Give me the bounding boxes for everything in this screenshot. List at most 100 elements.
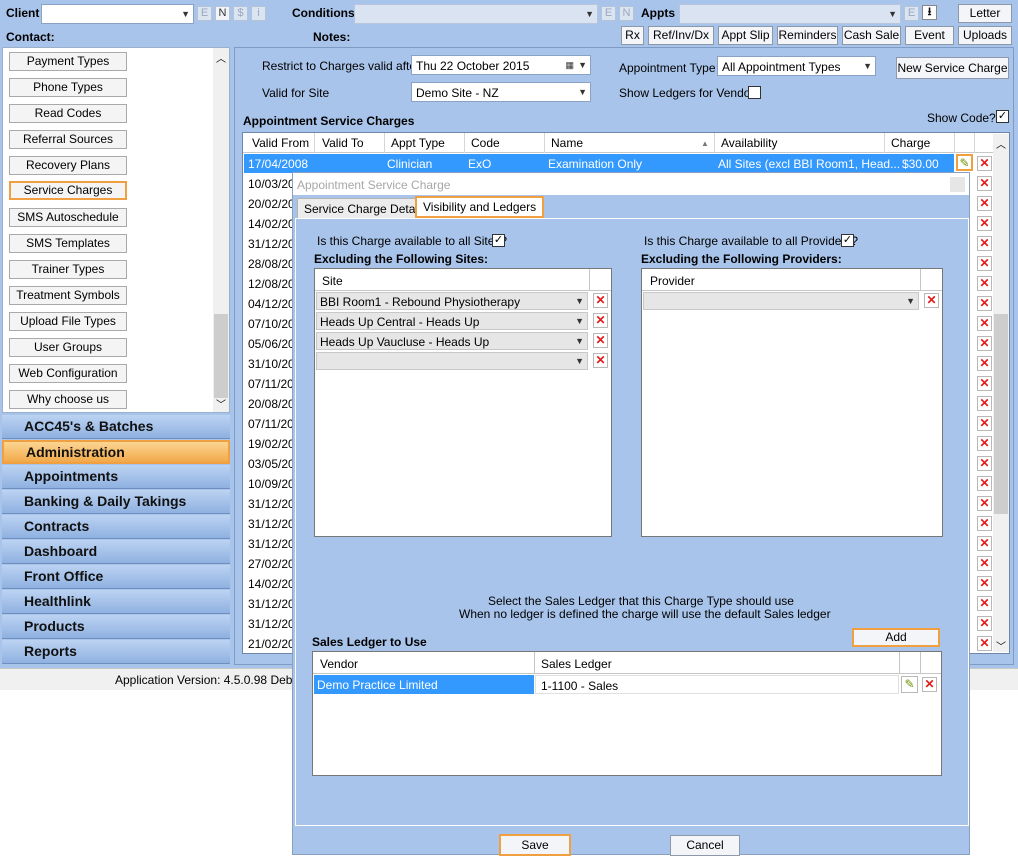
delete-x-icon[interactable]: ✕ [977, 476, 992, 491]
col-valid-to[interactable]: Valid To [322, 136, 364, 150]
site-row[interactable]: Heads Up Vaucluse - Heads Up ▼ [316, 332, 588, 350]
edit-ledger-pencil-icon[interactable]: ✎ [901, 676, 918, 693]
appt-slip-button[interactable]: Appt Slip [718, 26, 773, 45]
table-row[interactable]: 31/12/20 [248, 617, 295, 631]
delete-x-icon[interactable]: ✕ [977, 496, 992, 511]
remove-site-x-icon[interactable]: ✕ [593, 353, 608, 368]
admin-item-read-codes[interactable]: Read Codes [9, 104, 127, 123]
cancel-button[interactable]: Cancel [670, 835, 740, 856]
save-button[interactable]: Save [499, 834, 571, 856]
show-code-checkbox[interactable]: ✓ [996, 110, 1009, 123]
admin-item-service-charges[interactable]: Service Charges [9, 181, 127, 200]
delete-x-icon[interactable]: ✕ [977, 636, 992, 651]
conditions-combo[interactable]: ▼ [354, 4, 598, 24]
chevron-up-icon[interactable]: ︿ [996, 136, 1006, 151]
all-providers-checkbox[interactable]: ✓ [841, 234, 854, 247]
scrollbar-thumb[interactable] [214, 314, 228, 398]
delete-x-icon[interactable]: ✕ [977, 216, 992, 231]
admin-item-trainer-types[interactable]: Trainer Types [9, 260, 127, 279]
ledger-row-vendor[interactable]: Demo Practice Limited [314, 675, 534, 694]
col-availability[interactable]: Availability [721, 136, 777, 150]
table-row[interactable]: 10/09/20 [248, 477, 295, 491]
new-service-charge-button[interactable]: New Service Charge [896, 57, 1009, 79]
table-row[interactable]: 07/10/20 [248, 317, 295, 331]
table-row[interactable]: 19/02/20 [248, 437, 295, 451]
nav-administration[interactable]: Administration [2, 440, 230, 464]
tab-service-charge-details[interactable]: Service Charge Details [297, 198, 434, 220]
admin-item-referral-sources[interactable]: Referral Sources [9, 130, 127, 149]
delete-x-icon[interactable]: ✕ [977, 396, 992, 411]
table-row[interactable]: 31/12/20 [248, 517, 295, 531]
calendar-icon[interactable]: ▦ [565, 58, 574, 72]
delete-x-icon[interactable]: ✕ [977, 296, 992, 311]
delete-x-icon[interactable]: ✕ [977, 196, 992, 211]
site-row[interactable]: Heads Up Central - Heads Up ▼ [316, 312, 588, 330]
delete-x-icon[interactable]: ✕ [977, 236, 992, 251]
col-appt-type[interactable]: Appt Type [391, 136, 445, 150]
ref-inv-dx-button[interactable]: Ref/Inv/Dx [648, 26, 714, 45]
delete-x-icon[interactable]: ✕ [977, 336, 992, 351]
remove-site-x-icon[interactable]: ✕ [593, 293, 608, 308]
table-row[interactable]: 27/02/20 [248, 557, 295, 571]
nav-reports[interactable]: Reports [2, 640, 230, 664]
reminders-button[interactable]: Reminders [777, 26, 838, 45]
site-row-new[interactable]: ▼ [316, 352, 588, 370]
remove-provider-x-icon[interactable]: ✕ [924, 293, 939, 308]
close-icon[interactable] [950, 177, 965, 192]
delete-x-icon[interactable]: ✕ [977, 576, 992, 591]
table-row[interactable]: 03/05/20 [248, 457, 295, 471]
table-row[interactable]: 14/02/20 [248, 577, 295, 591]
event-button[interactable]: Event [905, 26, 954, 45]
table-row[interactable]: 14/02/20 [248, 217, 295, 231]
chevron-down-icon[interactable]: ﹀ [216, 396, 226, 411]
client-e-button[interactable]: E [197, 6, 212, 21]
site-combo[interactable]: Demo Site - NZ ▼ [411, 82, 591, 102]
delete-x-icon[interactable]: ✕ [977, 356, 992, 371]
table-row[interactable]: 31/12/20 [248, 597, 295, 611]
delete-ledger-x-icon[interactable]: ✕ [922, 677, 937, 692]
delete-x-icon[interactable]: ✕ [977, 376, 992, 391]
grid-scrollbar[interactable]: ︿ ﹀ [993, 134, 1009, 653]
client-combo[interactable]: ▼ [41, 4, 194, 24]
cash-sale-button[interactable]: Cash Sale [842, 26, 901, 45]
delete-x-icon[interactable]: ✕ [977, 316, 992, 331]
appts-e-button[interactable]: E [904, 6, 919, 21]
delete-x-icon[interactable]: ✕ [977, 276, 992, 291]
remove-site-x-icon[interactable]: ✕ [593, 313, 608, 328]
delete-x-icon[interactable]: ✕ [977, 596, 992, 611]
admin-list-scrollbar[interactable]: ︿ ﹀ [213, 48, 229, 412]
appts-combo[interactable]: ▼ [679, 4, 901, 24]
client-info-button[interactable]: i [251, 6, 266, 21]
admin-item-phone-types[interactable]: Phone Types [9, 78, 127, 97]
client-dollar-button[interactable]: $ [233, 6, 248, 21]
table-row[interactable]: 04/12/20 [248, 297, 295, 311]
tab-visibility-ledgers[interactable]: Visibility and Ledgers [415, 196, 545, 218]
conditions-e-button[interactable]: E [601, 6, 616, 21]
table-row[interactable]: 07/11/20 [248, 417, 294, 431]
admin-item-sms-templates[interactable]: SMS Templates [9, 234, 127, 253]
admin-item-user-groups[interactable]: User Groups [9, 338, 127, 357]
table-row[interactable]: 31/12/20 [248, 237, 295, 251]
nav-healthlink[interactable]: Healthlink [2, 590, 230, 614]
delete-x-icon[interactable]: ✕ [977, 516, 992, 531]
admin-item-payment-types[interactable]: Payment Types [9, 52, 127, 71]
table-row[interactable]: 07/11/20 [248, 377, 294, 391]
delete-x-icon[interactable]: ✕ [977, 556, 992, 571]
chevron-down-icon[interactable]: ﹀ [996, 638, 1006, 653]
nav-front-office[interactable]: Front Office [2, 565, 230, 589]
nav-appointments[interactable]: Appointments [2, 465, 230, 489]
delete-x-icon[interactable]: ✕ [977, 156, 992, 171]
site-row[interactable]: BBI Room1 - Rebound Physiotherapy ▼ [316, 292, 588, 310]
all-sites-checkbox[interactable]: ✓ [492, 234, 505, 247]
table-row[interactable]: 31/12/20 [248, 537, 295, 551]
delete-x-icon[interactable]: ✕ [977, 176, 992, 191]
table-row-selected[interactable]: 17/04/2008 Clinician ExO Examination Onl… [244, 154, 954, 173]
col-charge[interactable]: Charge [891, 136, 930, 150]
ledger-row-ledger[interactable]: 1-1100 - Sales [535, 675, 899, 694]
chevron-up-icon[interactable]: ︿ [216, 50, 226, 65]
add-ledger-button[interactable]: Add [852, 628, 940, 647]
nav-acc45[interactable]: ACC45's & Batches [2, 415, 230, 439]
admin-item-sms-autoschedule[interactable]: SMS Autoschedule [9, 208, 127, 227]
nav-banking[interactable]: Banking & Daily Takings [2, 490, 230, 514]
admin-item-web-configuration[interactable]: Web Configuration [9, 364, 127, 383]
